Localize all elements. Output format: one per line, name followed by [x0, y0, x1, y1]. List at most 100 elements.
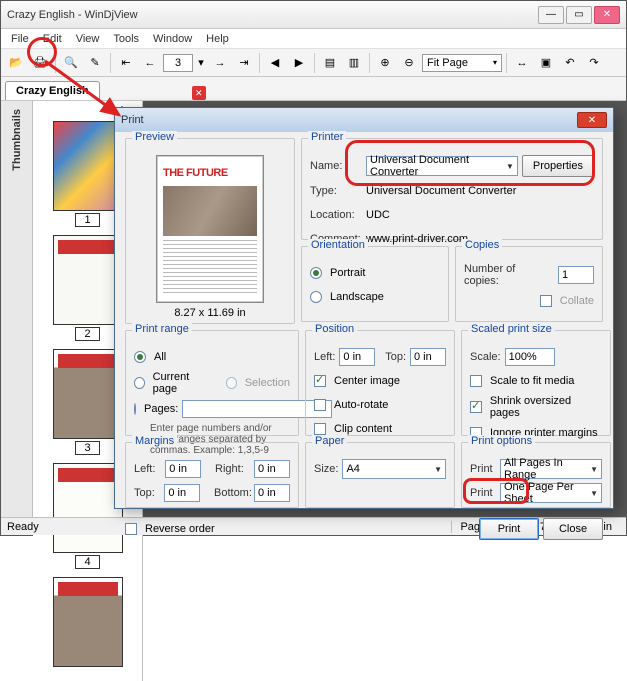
margin-bottom-input[interactable] — [254, 484, 290, 502]
copies-input[interactable] — [558, 266, 594, 284]
check-center[interactable] — [314, 375, 326, 387]
pos-left-input[interactable] — [339, 348, 375, 366]
printer-type-label: Type: — [310, 185, 362, 197]
legend-scaled: Scaled print size — [468, 323, 555, 335]
menu-tools[interactable]: Tools — [107, 31, 145, 47]
last-page-icon[interactable]: ⇥ — [233, 52, 255, 74]
print-mode-select[interactable]: All Pages In Range▼ — [500, 459, 602, 479]
preview-image: THE FUTURE — [156, 155, 264, 303]
fit-page-icon[interactable]: ▣ — [535, 52, 557, 74]
minimize-button[interactable]: — — [538, 6, 564, 24]
radio-portrait[interactable] — [310, 267, 322, 279]
group-position: Position Left:Top: Center image Auto-rot… — [305, 330, 455, 436]
radio-current[interactable] — [134, 377, 145, 389]
toolbar: 📂 🖨 🔍 ✎ ⇤ ← ▾ → ⇥ ◀ ▶ ▤ ▥ ⊕ ⊖ Fit Page▾ … — [1, 49, 626, 77]
thumb-5[interactable] — [39, 577, 136, 667]
page-input[interactable] — [163, 54, 193, 72]
check-reverse[interactable] — [125, 523, 137, 535]
spinner-icon[interactable]: ▾ — [195, 52, 207, 74]
group-orientation: Orientation Portrait Landscape — [301, 246, 449, 322]
group-margins: Margins Left:Right: Top:Bottom: — [125, 442, 299, 508]
check-shrink[interactable] — [470, 401, 482, 413]
scale-input[interactable] — [505, 348, 555, 366]
next-page-icon[interactable]: → — [209, 52, 231, 74]
radio-pages[interactable] — [134, 403, 136, 415]
layout-facing-icon[interactable]: ▥ — [343, 52, 365, 74]
radio-landscape[interactable] — [310, 291, 322, 303]
group-print-options: Print options PrintAll Pages In Range▼ P… — [461, 442, 611, 508]
printer-location-value: UDC — [366, 209, 390, 221]
print-button[interactable]: Print — [479, 518, 539, 540]
group-preview: Preview THE FUTURE 8.27 x 11.69 in — [125, 138, 295, 324]
menu-edit[interactable]: Edit — [37, 31, 68, 47]
check-autorotate[interactable] — [314, 399, 326, 411]
menu-file[interactable]: File — [5, 31, 35, 47]
nav-forward-icon[interactable]: ▶ — [288, 52, 310, 74]
legend-options: Print options — [468, 435, 535, 447]
zoom-out-icon[interactable]: ⊖ — [398, 52, 420, 74]
group-paper: Paper Size:A4▼ — [305, 442, 455, 508]
zoom-select[interactable]: Fit Page▾ — [422, 54, 502, 72]
print-icon[interactable]: 🖨 — [29, 52, 51, 74]
legend-range: Print range — [132, 323, 192, 335]
nav-back-icon[interactable]: ◀ — [264, 52, 286, 74]
check-collate[interactable] — [540, 295, 552, 307]
find-icon[interactable]: 🔍 — [60, 52, 82, 74]
rotate-right-icon[interactable]: ↷ — [583, 52, 605, 74]
menubar: File Edit View Tools Window Help — [1, 29, 626, 49]
check-fitmedia[interactable] — [470, 375, 482, 387]
document-tab[interactable]: Crazy English — [5, 81, 100, 100]
pos-top-input[interactable] — [410, 348, 446, 366]
sidebar-tab-thumbnails[interactable]: Thumbnails — [9, 101, 25, 179]
sidebar: Thumbnails — [1, 101, 33, 517]
menu-window[interactable]: Window — [147, 31, 198, 47]
legend-position: Position — [312, 323, 357, 335]
printer-location-label: Location: — [310, 209, 362, 221]
legend-orientation: Orientation — [308, 239, 368, 251]
properties-button[interactable]: Properties — [522, 155, 594, 177]
margin-right-input[interactable] — [254, 460, 290, 478]
fit-width-icon[interactable]: ↔ — [511, 52, 533, 74]
margin-left-input[interactable] — [165, 460, 201, 478]
printer-name-select[interactable]: Universal Document Converter▼ — [366, 156, 518, 176]
group-copies: Copies Number of copies: Collate — [455, 246, 603, 322]
first-page-icon[interactable]: ⇤ — [115, 52, 137, 74]
select-icon[interactable]: ✎ — [84, 52, 106, 74]
print-dialog: Print ✕ Preview THE FUTURE 8.27 x 11.69 … — [114, 107, 614, 509]
legend-copies: Copies — [462, 239, 502, 251]
legend-preview: Preview — [132, 131, 177, 143]
check-clip[interactable] — [314, 423, 326, 435]
legend-printer: Printer — [308, 131, 346, 143]
group-print-range: Print range All Current pageSelection Pa… — [125, 330, 299, 436]
dialog-close-icon[interactable]: ✕ — [577, 112, 607, 128]
menu-help[interactable]: Help — [200, 31, 235, 47]
rotate-left-icon[interactable]: ↶ — [559, 52, 581, 74]
dialog-title: Print — [121, 114, 577, 126]
printer-name-label: Name: — [310, 160, 362, 172]
radio-all[interactable] — [134, 351, 146, 363]
close-button[interactable]: ✕ — [594, 6, 620, 24]
dialog-titlebar[interactable]: Print ✕ — [115, 108, 613, 132]
legend-paper: Paper — [312, 435, 347, 447]
open-icon[interactable]: 📂 — [5, 52, 27, 74]
close-dialog-button[interactable]: Close — [543, 518, 603, 540]
menu-view[interactable]: View — [70, 31, 106, 47]
tab-close-icon[interactable]: ✕ — [192, 86, 206, 100]
status-ready: Ready — [7, 521, 39, 533]
group-printer: Printer Name: Universal Document Convert… — [301, 138, 603, 240]
zoom-in-icon[interactable]: ⊕ — [374, 52, 396, 74]
titlebar: Crazy English - WinDjView — ▭ ✕ — [1, 1, 626, 29]
prev-page-icon[interactable]: ← — [139, 52, 161, 74]
window-title: Crazy English - WinDjView — [7, 9, 538, 21]
printer-type-value: Universal Document Converter — [366, 185, 516, 197]
maximize-button[interactable]: ▭ — [566, 6, 592, 24]
group-scaled: Scaled print size Scale: Scale to fit me… — [461, 330, 611, 436]
margin-top-input[interactable] — [164, 484, 200, 502]
preview-dimensions: 8.27 x 11.69 in — [134, 307, 286, 319]
paper-size-select[interactable]: A4▼ — [342, 459, 446, 479]
radio-selection — [226, 377, 237, 389]
print-layout-select[interactable]: One Page Per Sheet▼ — [500, 483, 602, 503]
copies-num-label: Number of copies: — [464, 263, 550, 287]
layout-continuous-icon[interactable]: ▤ — [319, 52, 341, 74]
printer-comment-value: www.print-driver.com — [366, 233, 468, 245]
